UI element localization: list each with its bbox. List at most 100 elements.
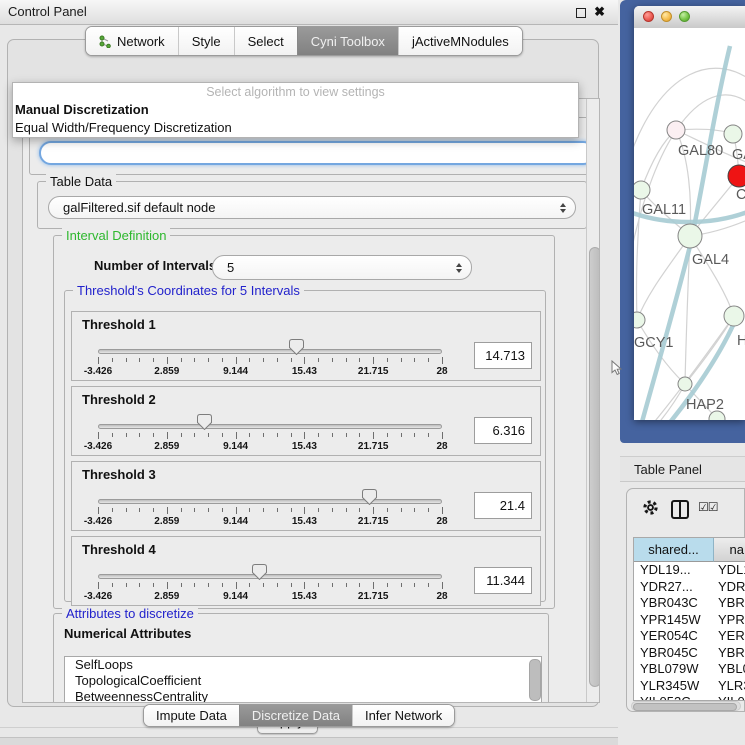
cell-name[interactable]: YDR2 [714, 579, 745, 596]
network-node[interactable] [667, 121, 685, 139]
cell-shared-name[interactable]: YER054C [634, 628, 714, 645]
number-of-intervals-combo[interactable]: 5 [212, 255, 472, 280]
slider-track[interactable] [98, 499, 442, 504]
tick-label: 21.715 [358, 591, 389, 602]
split-column-icon[interactable] [671, 500, 689, 519]
scrollbar-thumb[interactable] [529, 659, 541, 701]
node-label-gal11: GAL11 [642, 202, 686, 218]
cell-name[interactable]: YLR3 [714, 678, 745, 695]
network-window-titlebar[interactable] [634, 6, 745, 29]
close-icon[interactable]: ✖ [594, 0, 605, 24]
network-node[interactable] [678, 224, 702, 248]
threshold-value-field[interactable]: 21.4 [474, 492, 532, 519]
table-row[interactable]: YDL19...YDL1 [634, 562, 745, 579]
slider-track[interactable] [98, 424, 442, 429]
slider-thumb[interactable] [252, 564, 267, 580]
main-scrollbar[interactable] [586, 99, 600, 703]
slider-thumb[interactable] [289, 339, 304, 355]
table-row[interactable]: YPR145WYPR1 [634, 612, 745, 629]
checkbox-pair-icon[interactable]: ☑☑ [698, 500, 718, 514]
threshold-value-field[interactable]: 14.713 [474, 342, 532, 369]
popup-item-manual-discretization[interactable]: Manual Discretization [13, 101, 578, 119]
tab-infer-network[interactable]: Infer Network [352, 705, 454, 726]
table-row[interactable]: YDR27...YDR2 [634, 579, 745, 596]
table-horizontal-scrollbar[interactable] [631, 701, 741, 711]
network-node[interactable] [728, 165, 745, 187]
network-node[interactable] [678, 377, 692, 391]
scrollbar-thumb[interactable] [589, 247, 600, 687]
network-node[interactable] [724, 306, 744, 326]
tab-label: Select [248, 34, 284, 49]
tab-jactivemnodules[interactable]: jActiveMNodules [398, 27, 522, 55]
attributes-scrollbar[interactable] [529, 659, 539, 703]
cell-name[interactable]: YER0 [714, 628, 745, 645]
cell-name[interactable]: YDL1 [714, 562, 745, 579]
numerical-attributes-list[interactable]: SelfLoopsTopologicalCoefficientBetweenne… [64, 656, 542, 703]
cell-name[interactable]: YPR1 [714, 612, 745, 629]
node-label-h: H [737, 333, 745, 349]
network-node[interactable] [724, 125, 742, 143]
node-label-hap2: HAP2 [686, 397, 724, 413]
column-header-name[interactable]: na [714, 538, 745, 562]
table-row[interactable]: YBR045CYBR0 [634, 645, 745, 662]
minimize-traffic-light-icon[interactable] [661, 11, 672, 22]
cell-shared-name[interactable]: YLR345W [634, 678, 714, 695]
column-header-shared-name[interactable]: shared... [634, 538, 714, 562]
zoom-traffic-light-icon[interactable] [679, 11, 690, 22]
attribute-item-selfloops[interactable]: SelfLoops [65, 657, 541, 673]
tab-cyni-toolbox[interactable]: Cyni Toolbox [297, 27, 398, 55]
stepper-arrows-icon [456, 263, 462, 273]
slider-track[interactable] [98, 574, 442, 579]
table-rows: YDL19...YDL1YDR27...YDR2YBR043CYBR0YPR14… [634, 562, 745, 701]
tab-network[interactable]: Network [86, 27, 178, 55]
scrollbar-thumb[interactable] [633, 703, 737, 711]
cell-shared-name[interactable]: YIL052C [634, 694, 714, 701]
bottom-tab-bar: Impute DataDiscretize DataInfer Network [143, 704, 455, 727]
cell-shared-name[interactable]: YBR043C [634, 595, 714, 612]
top-tab-bar: NetworkStyle Select Cyni ToolboxjActiveMNo… [85, 26, 523, 56]
attribute-item-betweennesscentrality[interactable]: BetweennessCentrality [65, 689, 541, 703]
table-row[interactable]: YBR043CYBR0 [634, 595, 745, 612]
table-row[interactable]: YLR345WYLR3 [634, 678, 745, 695]
slider-thumb[interactable] [362, 489, 377, 505]
network-canvas[interactable]: GAL80GACGAL11GAL4GCY1HHAP2 [634, 28, 745, 420]
tick-label: 28 [436, 441, 447, 452]
tab-impute-data[interactable]: Impute Data [144, 705, 239, 726]
cell-name[interactable]: YBR0 [714, 645, 745, 662]
cell-shared-name[interactable]: YBL079W [634, 661, 714, 678]
cell-shared-name[interactable]: YPR145W [634, 612, 714, 629]
network-node[interactable] [634, 181, 650, 199]
algorithm-dropdown-popup: Select algorithm to view settings Manual… [12, 82, 579, 138]
cell-name[interactable]: YBL0 [714, 661, 745, 678]
close-traffic-light-icon[interactable] [643, 11, 654, 22]
popup-item-equal-width-frequency-discretization[interactable]: Equal Width/Frequency Discretization [13, 119, 578, 137]
tick-label: 28 [436, 591, 447, 602]
control-panel-titlebar: Control Panel ✖ [0, 0, 618, 25]
algorithm-combo[interactable] [39, 141, 595, 165]
cell-name[interactable]: YIL0 [714, 694, 745, 701]
gear-icon[interactable] [642, 499, 659, 516]
table-row[interactable]: YIL052CYIL0 [634, 694, 745, 701]
threshold-value-field[interactable]: 11.344 [474, 567, 532, 594]
cell-shared-name[interactable]: YDL19... [634, 562, 714, 579]
network-node[interactable] [634, 312, 645, 328]
slider-tick-labels: -3.4262.8599.14415.4321.71528 [98, 366, 442, 378]
table-row[interactable]: YBL079WYBL0 [634, 661, 745, 678]
tab-select[interactable]: Select [234, 27, 297, 55]
popup-placeholder-item[interactable]: Select algorithm to view settings [13, 83, 578, 101]
cell-shared-name[interactable]: YDR27... [634, 579, 714, 596]
tab-discretize-data[interactable]: Discretize Data [239, 705, 352, 726]
tab-style[interactable]: Style [178, 27, 234, 55]
table-data-combo[interactable]: galFiltered.sif default node [48, 196, 576, 219]
table-row[interactable]: YER054CYER0 [634, 628, 745, 645]
float-window-icon[interactable] [576, 8, 586, 18]
cell-shared-name[interactable]: YBR045C [634, 645, 714, 662]
table-panel-title: Table Panel [634, 457, 702, 482]
threshold-value-field[interactable]: 6.316 [474, 417, 532, 444]
attribute-item-topologicalcoefficient[interactable]: TopologicalCoefficient [65, 673, 541, 689]
slider-thumb[interactable] [197, 414, 212, 430]
network-window-frame: GAL80GACGAL11GAL4GCY1HHAP2 [620, 0, 745, 443]
cell-name[interactable]: YBR0 [714, 595, 745, 612]
threshold-panel-1: Threshold 1 -3.4262.8599.14415.4321.7152… [71, 311, 541, 381]
slider-track[interactable] [98, 349, 442, 354]
